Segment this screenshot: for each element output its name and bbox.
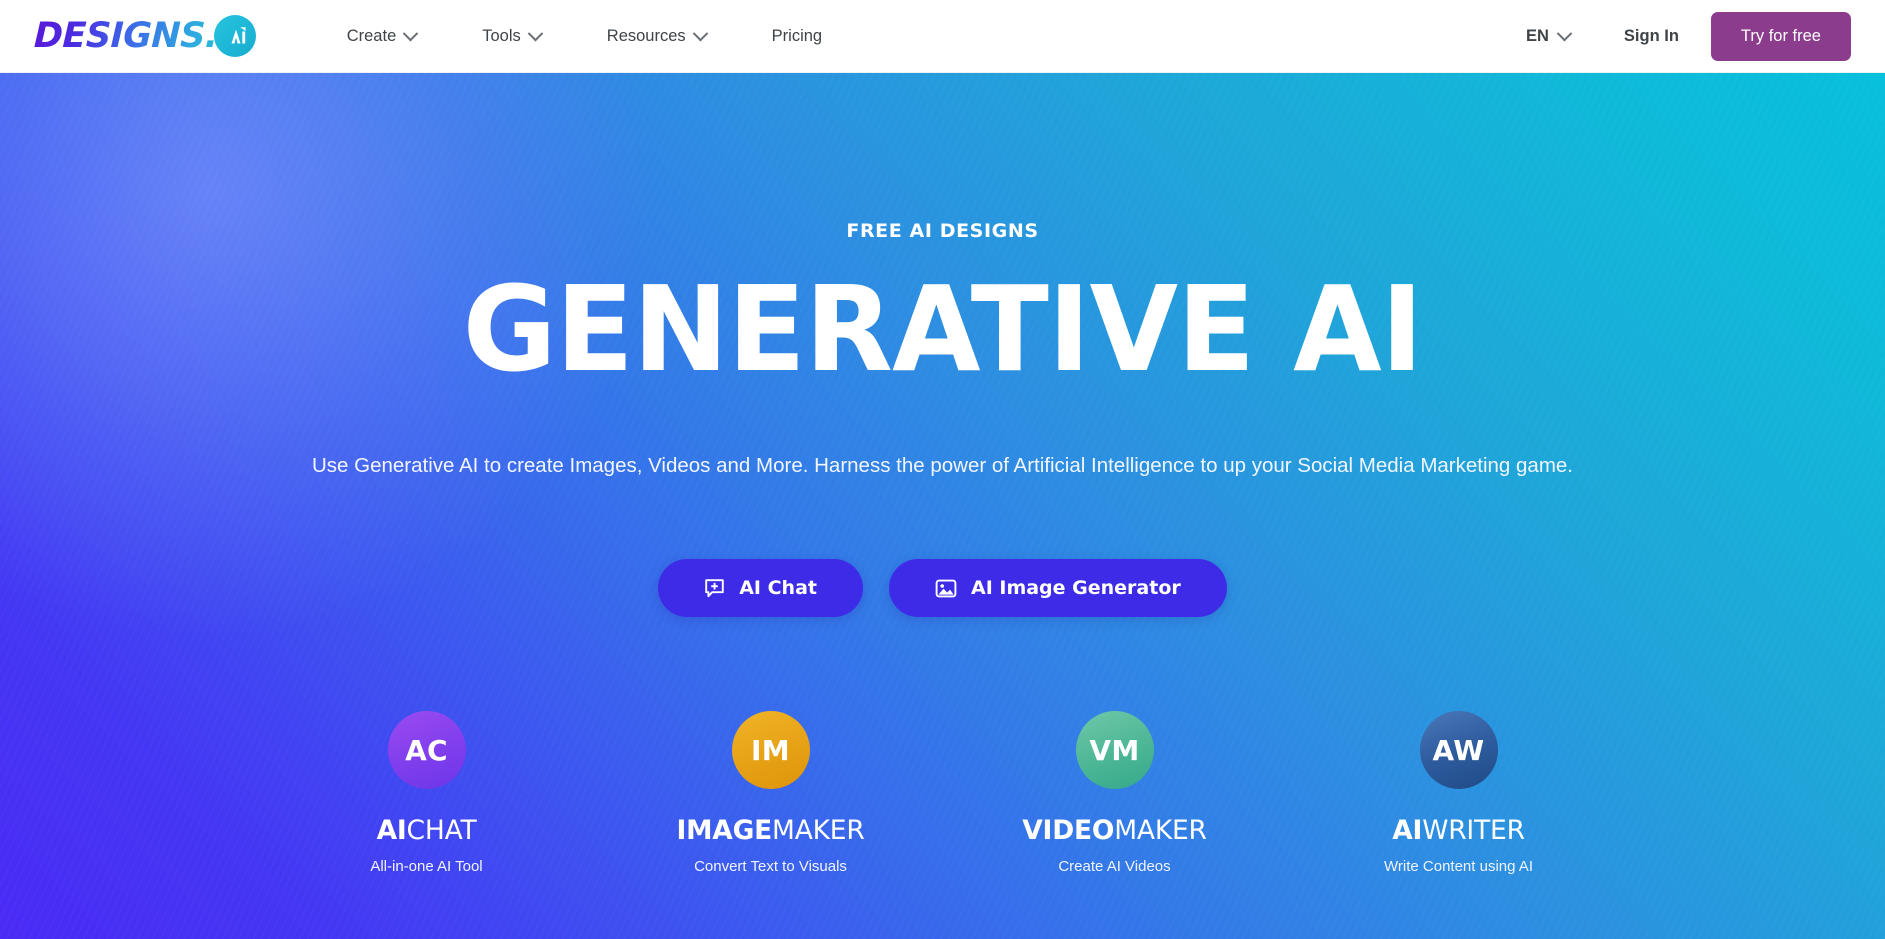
try-for-free-button[interactable]: Try for free: [1710, 11, 1851, 61]
feature-title: VIDEOMAKER: [943, 815, 1287, 846]
hero-cta-row: AI Chat AI Image Generator: [0, 559, 1885, 618]
feature-title-bold: AI: [376, 815, 407, 847]
feature-title-regular: MAKER: [772, 815, 865, 847]
language-selector[interactable]: EN: [1504, 25, 1592, 46]
nav-label: Resources: [606, 26, 686, 45]
ai-image-generator-button[interactable]: AI Image Generator: [888, 559, 1227, 618]
sign-in-link[interactable]: Sign In: [1592, 27, 1711, 46]
nav-item-resources[interactable]: Resources: [574, 0, 739, 73]
hero-eyebrow: FREE AI DESIGNS: [846, 220, 1039, 242]
feature-title-bold: AI: [1392, 815, 1423, 847]
chat-plus-icon: [704, 578, 725, 599]
chevron-down-icon: [1556, 25, 1573, 41]
ai-monogram-icon: [213, 15, 256, 57]
chevron-down-icon: [692, 25, 708, 41]
feature-subtitle: All-in-one AI Tool: [370, 858, 483, 876]
feature-ai-chat[interactable]: AC AICHAT All-in-one AI Tool: [255, 711, 599, 875]
logo[interactable]: DESIGNS.: [33, 15, 256, 57]
feature-list: AC AICHAT All-in-one AI Tool IM IMAGEMAK…: [0, 711, 1885, 875]
hero-section: FREE AI DESIGNS GENERATIVE AI Use Genera…: [0, 73, 1885, 939]
main-nav: Create Tools Resources Pricing: [314, 0, 855, 73]
cta-label: AI Image Generator: [970, 577, 1181, 600]
language-label: EN: [1526, 26, 1549, 45]
hero-subtitle: Use Generative AI to create Images, Vide…: [311, 454, 1574, 477]
feature-title-bold: IMAGE: [676, 815, 773, 847]
nav-item-create[interactable]: Create: [314, 0, 450, 73]
image-icon: [935, 578, 957, 599]
aw-badge-icon: AW: [1419, 711, 1498, 790]
nav-label: Pricing: [771, 26, 823, 45]
nav-label: Create: [346, 26, 397, 45]
logo-text: DESIGNS.: [33, 15, 219, 56]
nav-item-tools[interactable]: Tools: [449, 0, 574, 73]
feature-image-maker[interactable]: IM IMAGEMAKER Convert Text to Visuals: [599, 711, 943, 875]
feature-title: IMAGEMAKER: [599, 815, 943, 846]
feature-title: AICHAT: [255, 815, 599, 846]
feature-title-regular: CHAT: [406, 815, 477, 847]
ac-badge-icon: AC: [387, 711, 466, 790]
feature-subtitle: Write Content using AI: [1384, 858, 1533, 876]
feature-video-maker[interactable]: VM VIDEOMAKER Create AI Videos: [943, 711, 1287, 875]
chevron-down-icon: [402, 25, 419, 41]
header-actions: EN Sign In Try for free: [1504, 11, 1851, 61]
vm-badge-icon: VM: [1075, 711, 1154, 790]
feature-title: AIWRITER: [1287, 815, 1631, 846]
ai-chat-button[interactable]: AI Chat: [658, 559, 863, 618]
feature-title-regular: MAKER: [1114, 815, 1207, 847]
im-badge-icon: IM: [731, 711, 810, 790]
page-title: GENERATIVE AI: [462, 260, 1424, 398]
feature-ai-writer[interactable]: AW AIWRITER Write Content using AI: [1287, 711, 1631, 875]
site-header: DESIGNS. Create Tools Resources Pricing: [0, 0, 1885, 73]
feature-title-regular: WRITER: [1422, 815, 1525, 847]
nav-label: Tools: [482, 26, 521, 45]
chevron-down-icon: [527, 25, 544, 41]
nav-item-pricing[interactable]: Pricing: [739, 0, 855, 73]
cta-label: AI Chat: [739, 577, 817, 600]
feature-title-bold: VIDEO: [1022, 815, 1115, 847]
feature-subtitle: Create AI Videos: [1058, 858, 1171, 876]
feature-subtitle: Convert Text to Visuals: [694, 858, 847, 876]
